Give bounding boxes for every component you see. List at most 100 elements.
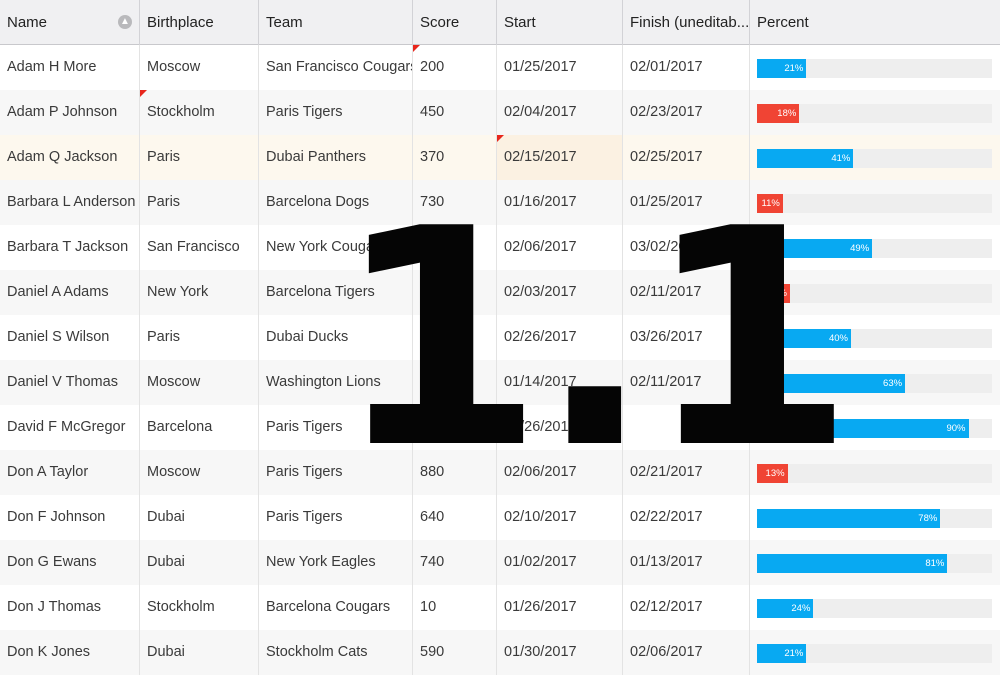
cell-birthplace[interactable]: Paris	[140, 315, 259, 360]
cell-birthplace[interactable]: New York	[140, 270, 259, 315]
column-header-score[interactable]: Score	[413, 0, 497, 45]
cell-start[interactable]: 02/06/2017	[497, 450, 623, 495]
cell-score[interactable]: 590	[413, 630, 497, 675]
table-row[interactable]: Daniel S Wilson Paris Dubai Ducks 80 02/26/2…	[0, 315, 1000, 360]
cell-team[interactable]: Barcelona Cougars	[259, 585, 413, 630]
cell-start[interactable]: 01/26/2017	[497, 585, 623, 630]
cell-percent[interactable]: 11%	[750, 180, 1000, 225]
cell-percent[interactable]: 41%	[750, 135, 1000, 180]
cell-birthplace[interactable]: Stockholm	[140, 585, 259, 630]
table-row[interactable]: Daniel V Thomas Moscow Washington Lions 620…	[0, 360, 1000, 405]
cell-score[interactable]	[413, 405, 497, 450]
cell-finish[interactable]: 02/12/2017	[623, 585, 750, 630]
cell-score[interactable]: 620	[413, 360, 497, 405]
cell-start[interactable]: 02/06/2017	[497, 225, 623, 270]
cell-birthplace[interactable]: Paris	[140, 180, 259, 225]
cell-start[interactable]: 02/10/2017	[497, 495, 623, 540]
cell-team[interactable]: New York Eagles	[259, 540, 413, 585]
cell-name[interactable]: Adam P Johnson	[0, 90, 140, 135]
cell-name[interactable]: Barbara L Anderson	[0, 180, 140, 225]
table-row[interactable]: Don A Taylor Moscow Paris Tigers 880 02/06/2…	[0, 450, 1000, 495]
cell-percent[interactable]: 90%	[750, 405, 1000, 450]
table-row[interactable]: Don G Ewans Dubai New York Eagles 740 01/02/…	[0, 540, 1000, 585]
cell-birthplace[interactable]: Dubai	[140, 540, 259, 585]
cell-birthplace[interactable]: Dubai	[140, 495, 259, 540]
cell-score[interactable]: 370	[413, 135, 497, 180]
cell-finish[interactable]: 03/02/2017	[623, 225, 750, 270]
cell-percent[interactable]: 21%	[750, 630, 1000, 675]
cell-score[interactable]: 80	[413, 315, 497, 360]
cell-name[interactable]: Daniel V Thomas	[0, 360, 140, 405]
cell-birthplace[interactable]: Stockholm	[140, 90, 259, 135]
cell-start[interactable]: 01/30/2017	[497, 630, 623, 675]
cell-team[interactable]: Stockholm Cats	[259, 630, 413, 675]
column-header-percent[interactable]: Percent	[750, 0, 1000, 45]
cell-team[interactable]: Paris Tigers	[259, 495, 413, 540]
table-row[interactable]: Daniel A Adams New York Barcelona Tigers 47…	[0, 270, 1000, 315]
cell-percent[interactable]: 14%	[750, 270, 1000, 315]
cell-team[interactable]: Washington Lions	[259, 360, 413, 405]
cell-score[interactable]: 370	[413, 225, 497, 270]
cell-score[interactable]: 740	[413, 540, 497, 585]
cell-finish[interactable]: 02/21/2017	[623, 450, 750, 495]
cell-start[interactable]: 02/03/2017	[497, 270, 623, 315]
cell-start[interactable]: 02/04/2017	[497, 90, 623, 135]
cell-finish[interactable]: 01/13/2017	[623, 540, 750, 585]
cell-team[interactable]: Barcelona Dogs	[259, 180, 413, 225]
cell-start[interactable]: 01/25/2017	[497, 45, 623, 90]
cell-percent[interactable]: 49%	[750, 225, 1000, 270]
cell-score[interactable]: 640	[413, 495, 497, 540]
cell-name[interactable]: Adam Q Jackson	[0, 135, 140, 180]
column-header-finish[interactable]: Finish (uneditab...	[623, 0, 750, 45]
cell-name[interactable]: Don K Jones	[0, 630, 140, 675]
cell-name[interactable]: Don A Taylor	[0, 450, 140, 495]
table-row[interactable]: Barbara L Anderson Paris Barcelona Dogs 730…	[0, 180, 1000, 225]
cell-name[interactable]: Don J Thomas	[0, 585, 140, 630]
cell-birthplace[interactable]: Moscow	[140, 360, 259, 405]
cell-birthplace[interactable]: Moscow	[140, 450, 259, 495]
cell-percent[interactable]: 24%	[750, 585, 1000, 630]
cell-finish[interactable]	[623, 405, 750, 450]
cell-finish[interactable]: 01/25/2017	[623, 180, 750, 225]
table-row[interactable]: Don J Thomas Stockholm Barcelona Cougars 10…	[0, 585, 1000, 630]
cell-team[interactable]: Dubai Ducks	[259, 315, 413, 360]
cell-team[interactable]: Barcelona Tigers	[259, 270, 413, 315]
cell-finish[interactable]: 02/25/2017	[623, 135, 750, 180]
column-header-team[interactable]: Team	[259, 0, 413, 45]
cell-birthplace[interactable]: Paris	[140, 135, 259, 180]
cell-percent[interactable]: 78%	[750, 495, 1000, 540]
arrow-up-icon[interactable]: ▲	[118, 15, 132, 29]
cell-start[interactable]: 02/15/2017	[497, 135, 623, 180]
cell-name[interactable]: Don G Ewans	[0, 540, 140, 585]
cell-finish[interactable]: 02/01/2017	[623, 45, 750, 90]
cell-finish[interactable]: 02/06/2017	[623, 630, 750, 675]
table-row[interactable]: Barbara T Jackson San Francisco New York C…	[0, 225, 1000, 270]
cell-team[interactable]: Paris Tigers	[259, 405, 413, 450]
cell-score[interactable]: 470	[413, 270, 497, 315]
table-row[interactable]: Adam P Johnson Stockholm Paris Tigers 450 02…	[0, 90, 1000, 135]
cell-team[interactable]: Dubai Panthers	[259, 135, 413, 180]
cell-name[interactable]: Don F Johnson	[0, 495, 140, 540]
cell-start[interactable]: 02/26/2017	[497, 405, 623, 450]
cell-start[interactable]: 01/16/2017	[497, 180, 623, 225]
cell-team[interactable]: Paris Tigers	[259, 450, 413, 495]
cell-percent[interactable]: 40%	[750, 315, 1000, 360]
column-header-start[interactable]: Start	[497, 0, 623, 45]
cell-percent[interactable]: 13%	[750, 450, 1000, 495]
cell-percent[interactable]: 63%	[750, 360, 1000, 405]
cell-score[interactable]: 880	[413, 450, 497, 495]
cell-birthplace[interactable]: San Francisco	[140, 225, 259, 270]
table-row[interactable]: Adam H More Moscow San Francisco Cougars 20…	[0, 45, 1000, 90]
cell-score[interactable]: 730	[413, 180, 497, 225]
column-header-birthplace[interactable]: Birthplace	[140, 0, 259, 45]
cell-finish[interactable]: 03/26/2017	[623, 315, 750, 360]
cell-team[interactable]: New York Cougars	[259, 225, 413, 270]
cell-score[interactable]: 450	[413, 90, 497, 135]
cell-birthplace[interactable]: Barcelona	[140, 405, 259, 450]
cell-start[interactable]: 01/14/2017	[497, 360, 623, 405]
cell-start[interactable]: 02/26/2017	[497, 315, 623, 360]
cell-percent[interactable]: 21%	[750, 45, 1000, 90]
cell-finish[interactable]: 02/22/2017	[623, 495, 750, 540]
cell-birthplace[interactable]: Moscow	[140, 45, 259, 90]
cell-team[interactable]: San Francisco Cougars	[259, 45, 413, 90]
